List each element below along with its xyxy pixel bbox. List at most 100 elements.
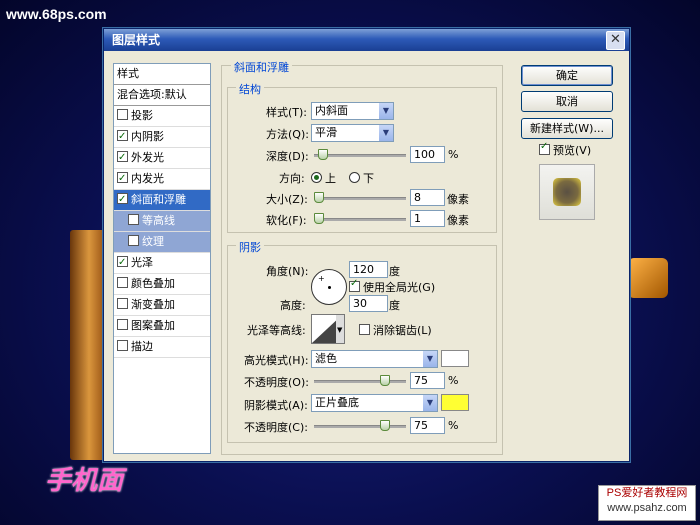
angle-dial[interactable]: + — [311, 269, 347, 305]
highlight-mode-select[interactable]: 滤色 ▼ — [311, 350, 438, 368]
watermark-badge-line1: PS爱好者教程网 — [606, 487, 688, 499]
chevron-down-icon[interactable]: ▼ — [423, 351, 437, 367]
depth-label: 深度(D): — [266, 150, 309, 163]
contour-curve-icon: ▼ — [312, 315, 344, 343]
checkbox-icon[interactable] — [117, 109, 128, 120]
radio-icon[interactable] — [349, 172, 360, 183]
style-item-label: 图案叠加 — [131, 319, 175, 332]
svg-text:▼: ▼ — [337, 326, 343, 334]
highlight-opacity-input[interactable]: 75 — [410, 372, 445, 389]
direction-up-option[interactable]: 上 — [311, 170, 336, 186]
style-item-inner-glow[interactable]: 内发光 — [114, 169, 210, 190]
shadow-opacity-input[interactable]: 75 — [410, 417, 445, 434]
checkbox-checked-icon[interactable] — [117, 190, 128, 210]
new-style-button[interactable]: 新建样式(W)... — [521, 118, 613, 139]
technique-select[interactable]: 平滑 ▼ — [311, 124, 394, 142]
style-item-inner-shadow[interactable]: 内阴影 — [114, 127, 210, 148]
depth-slider-thumb[interactable] — [318, 149, 328, 160]
highlight-color-swatch[interactable] — [441, 350, 469, 367]
style-item-label: 渐变叠加 — [131, 298, 175, 311]
style-item-stroke[interactable]: 描边 — [114, 337, 210, 358]
shadow-opacity-slider[interactable] — [314, 420, 406, 431]
style-item-bevel-emboss[interactable]: 斜面和浮雕 — [114, 190, 210, 211]
checkbox-icon[interactable] — [117, 319, 128, 330]
depth-input[interactable]: 100 — [410, 146, 445, 163]
style-item-label: 投影 — [131, 109, 153, 122]
highlight-mode-value: 滤色 — [315, 352, 337, 365]
chevron-down-icon[interactable]: ▼ — [379, 103, 393, 119]
layer-style-dialog: 图层样式 ✕ 样式 混合选项:默认 投影 内阴影 外发光 内发光 斜面和浮雕 等… — [103, 28, 630, 462]
gloss-contour-label: 光泽等高线: — [247, 324, 306, 337]
global-light-option[interactable]: 使用全局光(G) — [349, 278, 436, 295]
highlight-opacity-thumb[interactable] — [380, 375, 390, 386]
direction-up-label: 上 — [325, 172, 336, 185]
direction-down-option[interactable]: 下 — [349, 170, 374, 186]
antialias-label: 消除锯齿(L) — [373, 324, 432, 337]
style-item-gradient-overlay[interactable]: 渐变叠加 — [114, 295, 210, 316]
checkbox-checked-icon[interactable] — [539, 141, 550, 155]
checkbox-icon[interactable] — [117, 277, 128, 288]
checkbox-checked-icon[interactable] — [117, 169, 128, 189]
preview-option[interactable]: 预览(V) — [539, 141, 592, 158]
antialias-option[interactable]: 消除锯齿(L) — [359, 322, 432, 338]
size-slider[interactable] — [314, 192, 406, 203]
altitude-unit: 度 — [389, 299, 400, 312]
styles-header[interactable]: 样式 — [114, 64, 210, 85]
style-item-label: 外发光 — [131, 151, 164, 164]
depth-unit: % — [448, 148, 459, 161]
dialog-titlebar[interactable]: 图层样式 ✕ — [104, 29, 629, 51]
highlight-opacity-slider[interactable] — [314, 375, 406, 386]
style-item-pattern-overlay[interactable]: 图案叠加 — [114, 316, 210, 337]
soften-slider[interactable] — [314, 213, 406, 224]
shadow-color-swatch[interactable] — [441, 394, 469, 411]
checkbox-checked-icon[interactable] — [117, 148, 128, 168]
soften-unit: 像素 — [447, 214, 469, 227]
dialog-title: 图层样式 — [112, 33, 161, 47]
style-item-outer-glow[interactable]: 外发光 — [114, 148, 210, 169]
preview-label: 预览(V) — [553, 144, 592, 157]
style-select-value: 内斜面 — [315, 104, 348, 117]
gloss-contour-swatch[interactable]: ▼ — [311, 314, 345, 344]
ok-button[interactable]: 确定 — [521, 65, 613, 86]
checkbox-icon[interactable] — [117, 340, 128, 351]
checkbox-checked-icon[interactable] — [349, 278, 360, 292]
styles-list: 样式 混合选项:默认 投影 内阴影 外发光 内发光 斜面和浮雕 等高线 纹理 光… — [113, 63, 211, 454]
size-input[interactable]: 8 — [410, 189, 445, 206]
checkbox-icon[interactable] — [128, 214, 139, 225]
soften-input[interactable]: 1 — [410, 210, 445, 227]
soften-slider-thumb[interactable] — [314, 213, 324, 224]
style-item-color-overlay[interactable]: 颜色叠加 — [114, 274, 210, 295]
checkbox-checked-icon[interactable] — [117, 253, 128, 273]
highlight-mode-label: 高光模式(H): — [244, 354, 309, 367]
structure-title: 结构 — [236, 81, 264, 97]
shadow-opacity-thumb[interactable] — [380, 420, 390, 431]
style-item-texture[interactable]: 纹理 — [114, 232, 210, 253]
close-icon[interactable]: ✕ — [606, 31, 625, 50]
depth-slider[interactable] — [314, 149, 406, 160]
cancel-button[interactable]: 取消 — [521, 91, 613, 112]
blend-options-item[interactable]: 混合选项:默认 — [114, 85, 210, 106]
style-item-contour[interactable]: 等高线 — [114, 211, 210, 232]
technique-label: 方法(Q): — [266, 128, 309, 141]
checkbox-checked-icon[interactable] — [117, 127, 128, 147]
style-item-satin[interactable]: 光泽 — [114, 253, 210, 274]
checkbox-icon[interactable] — [117, 298, 128, 309]
soften-label: 软化(F): — [266, 214, 307, 227]
watermark-badge: PS爱好者教程网 www.psahz.com — [598, 485, 696, 521]
chevron-down-icon[interactable]: ▼ — [423, 395, 437, 411]
style-item-label: 描边 — [131, 340, 153, 353]
size-slider-thumb[interactable] — [314, 192, 324, 203]
radio-selected-icon[interactable] — [311, 172, 322, 183]
angle-input[interactable]: 120 — [349, 261, 388, 278]
shadow-mode-value: 正片叠底 — [315, 396, 359, 409]
size-unit: 像素 — [447, 193, 469, 206]
global-light-label: 使用全局光(G) — [363, 281, 436, 294]
chevron-down-icon[interactable]: ▼ — [379, 125, 393, 141]
shadow-mode-select[interactable]: 正片叠底 ▼ — [311, 394, 438, 412]
shading-title: 阴影 — [236, 239, 264, 255]
checkbox-icon[interactable] — [128, 235, 139, 246]
style-item-drop-shadow[interactable]: 投影 — [114, 106, 210, 127]
style-select[interactable]: 内斜面 ▼ — [311, 102, 394, 120]
checkbox-icon[interactable] — [359, 324, 370, 335]
altitude-input[interactable]: 30 — [349, 295, 388, 312]
